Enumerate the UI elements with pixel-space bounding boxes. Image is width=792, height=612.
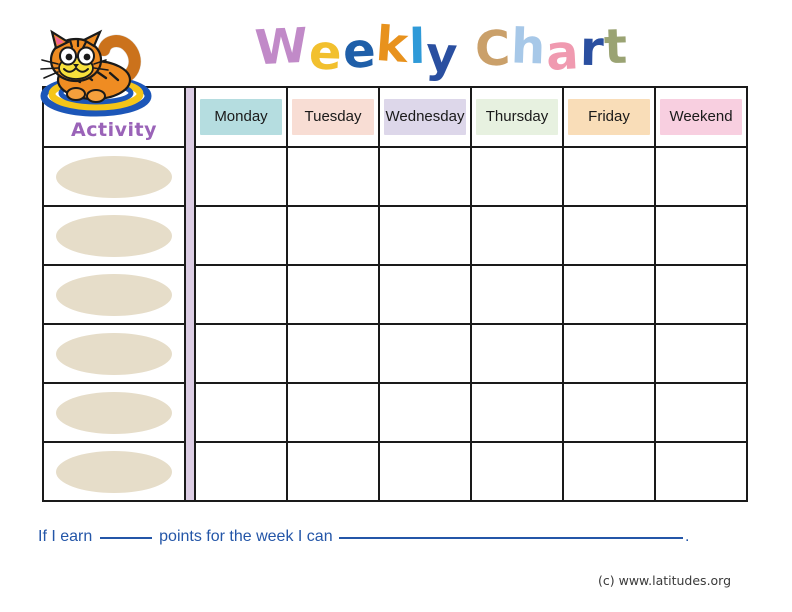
entry-cell-thursday[interactable]	[470, 146, 564, 207]
day-header-label-monday: Monday	[200, 99, 282, 135]
entry-cell-weekend[interactable]	[654, 441, 748, 502]
entry-cell-weekend[interactable]	[654, 323, 748, 384]
title-letter-y-5: y	[425, 26, 461, 84]
copyright-footer: (c) www.latitudes.org	[598, 573, 732, 588]
table-row	[42, 382, 748, 443]
title-letter-c-6: C	[473, 20, 512, 78]
entry-cell-monday[interactable]	[194, 441, 288, 502]
day-header-label-thursday: Thursday	[476, 99, 558, 135]
entry-cell-thursday[interactable]	[470, 323, 564, 384]
entry-cell-friday[interactable]	[562, 382, 656, 443]
tiger-cat-icon	[36, 18, 152, 118]
entry-cell-weekend[interactable]	[654, 205, 748, 266]
lavender-divider-strip	[184, 86, 196, 502]
day-header-label-weekend: Weekend	[660, 99, 742, 135]
activity-oval	[56, 273, 172, 316]
sentence-part-one: If I earn	[38, 528, 93, 545]
entry-cell-monday[interactable]	[194, 264, 288, 325]
entry-cell-friday[interactable]	[562, 323, 656, 384]
entry-cell-thursday[interactable]	[470, 382, 564, 443]
entry-cell-weekend[interactable]	[654, 264, 748, 325]
title-letter-h-7: h	[510, 18, 548, 76]
activity-oval	[56, 155, 172, 198]
entry-cell-wednesday[interactable]	[378, 205, 472, 266]
day-header-wednesday: Wednesday	[378, 86, 472, 148]
entry-cell-monday[interactable]	[194, 146, 288, 207]
day-header-label-tuesday: Tuesday	[292, 99, 374, 135]
weekly-chart-table: Activity Monday Tuesday Wednesday Thursd…	[42, 86, 748, 502]
sentence-period: .	[685, 528, 690, 545]
entry-cell-weekend[interactable]	[654, 146, 748, 207]
entry-cell-tuesday[interactable]	[286, 146, 380, 207]
entry-cell-wednesday[interactable]	[378, 382, 472, 443]
entry-cell-tuesday[interactable]	[286, 264, 380, 325]
entry-cell-weekend[interactable]	[654, 382, 748, 443]
reward-blank-input[interactable]	[339, 537, 684, 539]
day-header-tuesday: Tuesday	[286, 86, 380, 148]
day-header-monday: Monday	[194, 86, 288, 148]
activity-cell[interactable]	[42, 441, 186, 502]
entry-cell-tuesday[interactable]	[286, 441, 380, 502]
entry-cell-wednesday[interactable]	[378, 264, 472, 325]
table-row	[42, 441, 748, 502]
title-letter-t-10: t	[603, 18, 630, 76]
table-row	[42, 323, 748, 384]
title-letter-w-0: W	[253, 17, 311, 77]
weekly-chart-page: Weekly Chart Activity Monday Tuesday Wed…	[0, 0, 792, 612]
entry-cell-wednesday[interactable]	[378, 323, 472, 384]
day-header-label-wednesday: Wednesday	[384, 99, 466, 135]
entry-cell-monday[interactable]	[194, 323, 288, 384]
day-header-friday: Friday	[562, 86, 656, 148]
table-row	[42, 146, 748, 207]
entry-cell-wednesday[interactable]	[378, 146, 472, 207]
activity-cell[interactable]	[42, 323, 186, 384]
points-blank-input[interactable]	[99, 537, 152, 539]
entry-cell-monday[interactable]	[194, 382, 288, 443]
table-row	[42, 205, 748, 266]
sentence-part-two: points for the week I can	[159, 528, 333, 545]
title-letter-a-8: a	[544, 24, 581, 82]
entry-cell-tuesday[interactable]	[286, 205, 380, 266]
activity-oval	[56, 214, 172, 257]
title-letter-k-3: k	[374, 15, 411, 75]
title-letter-e-1: e	[307, 24, 344, 82]
page-title: Weekly Chart	[253, 15, 630, 84]
entry-cell-tuesday[interactable]	[286, 323, 380, 384]
entry-cell-thursday[interactable]	[470, 205, 564, 266]
entry-cell-thursday[interactable]	[470, 441, 564, 502]
day-header-weekend: Weekend	[654, 86, 748, 148]
title-letter-l-4: l	[408, 18, 427, 76]
entry-cell-friday[interactable]	[562, 441, 656, 502]
day-header-label-friday: Friday	[568, 99, 650, 135]
activity-cell[interactable]	[42, 146, 186, 207]
entry-cell-friday[interactable]	[562, 146, 656, 207]
entry-cell-monday[interactable]	[194, 205, 288, 266]
table-row	[42, 264, 748, 325]
entry-cell-thursday[interactable]	[470, 264, 564, 325]
entry-cell-tuesday[interactable]	[286, 382, 380, 443]
activity-oval	[56, 450, 172, 493]
entry-cell-friday[interactable]	[562, 205, 656, 266]
title-letter-e-2: e	[341, 22, 378, 80]
activity-cell[interactable]	[42, 382, 186, 443]
activity-cell[interactable]	[42, 205, 186, 266]
title-letter-r-9: r	[579, 20, 605, 78]
entry-cell-wednesday[interactable]	[378, 441, 472, 502]
activity-oval	[56, 332, 172, 375]
activity-cell[interactable]	[42, 264, 186, 325]
entry-cell-friday[interactable]	[562, 264, 656, 325]
activity-oval	[56, 391, 172, 434]
reward-sentence: If I earn points for the week I can .	[38, 528, 690, 546]
day-header-thursday: Thursday	[470, 86, 564, 148]
